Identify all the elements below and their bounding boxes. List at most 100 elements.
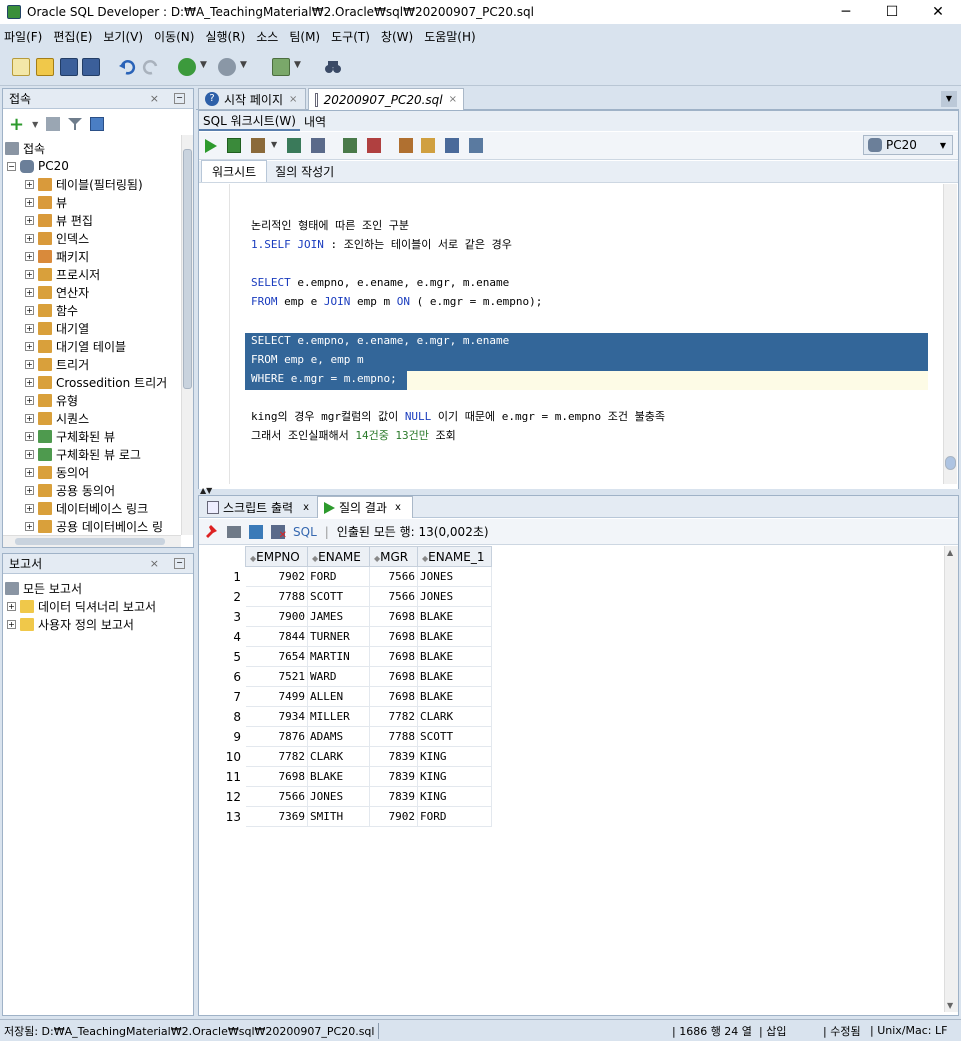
menu-tools[interactable]: 도구(T) (331, 28, 370, 45)
cell-ename-1[interactable]: KING (417, 786, 492, 807)
cell-ename[interactable]: JONES (307, 786, 370, 807)
add-connection-icon[interactable]: + (9, 114, 24, 135)
expand-icon[interactable]: + (25, 503, 34, 513)
tab-script-output[interactable]: 스크립트 출력 x (201, 496, 317, 518)
close-icon[interactable]: × (289, 94, 297, 105)
table-row[interactable]: 7 7499 ALLEN 7698 BLAKE (199, 686, 492, 707)
cell-ename[interactable]: JAMES (307, 606, 370, 627)
scroll-thumb[interactable] (183, 149, 192, 389)
expand-icon[interactable]: + (25, 287, 34, 297)
cell-mgr[interactable]: 7698 (369, 626, 418, 647)
binoculars-icon[interactable] (324, 58, 342, 76)
splitter-arrows-icon[interactable]: ▲▼ (200, 486, 212, 495)
expand-icon[interactable]: + (25, 197, 34, 207)
cell-ename[interactable]: MILLER (307, 706, 370, 727)
save-all-icon[interactable] (82, 58, 100, 76)
print-icon[interactable] (227, 525, 241, 538)
cell-ename[interactable]: TURNER (307, 626, 370, 647)
autotrace-icon[interactable] (251, 138, 265, 153)
cell-empno[interactable]: 7876 (245, 726, 308, 747)
tab-query-builder[interactable]: 질의 작성기 (267, 161, 342, 182)
sql-dropdown-icon[interactable]: ▼ (294, 60, 301, 70)
cell-mgr[interactable]: 7839 (369, 766, 418, 787)
menu-run[interactable]: 실행(R) (205, 28, 245, 45)
pin-icon[interactable] (205, 524, 217, 539)
cancel-fetch-icon[interactable]: ✕ (271, 524, 287, 541)
result-scrollbar[interactable]: ▲ ▼ (944, 546, 958, 1012)
new-file-icon[interactable] (12, 58, 30, 76)
tree-item[interactable]: + 대기열 (25, 319, 89, 337)
expand-icon[interactable]: + (25, 341, 34, 351)
cell-empno[interactable]: 7902 (245, 566, 308, 587)
table-row[interactable]: 12 7566 JONES 7839 KING (199, 786, 492, 807)
cell-ename[interactable]: BLAKE (307, 766, 370, 787)
table-row[interactable]: 9 7876 ADAMS 7788 SCOTT (199, 726, 492, 747)
connections-scrollbar[interactable] (181, 135, 193, 535)
tree-item[interactable]: + Crossedition 트리거 (25, 373, 167, 391)
cell-empno[interactable]: 7844 (245, 626, 308, 647)
tree-item[interactable]: + 함수 (25, 301, 78, 319)
cell-mgr[interactable]: 7839 (369, 746, 418, 767)
cell-ename-1[interactable]: FORD (417, 806, 492, 827)
connections-hscrollbar[interactable] (3, 535, 181, 547)
refresh-icon[interactable] (46, 117, 61, 131)
cell-ename[interactable]: CLARK (307, 746, 370, 767)
run-statement-icon[interactable] (205, 139, 217, 153)
expand-icon[interactable]: + (25, 233, 34, 243)
cell-empno[interactable]: 7654 (245, 646, 308, 667)
redo-icon[interactable] (142, 58, 160, 76)
expand-icon[interactable]: + (25, 413, 34, 423)
close-icon[interactable]: × (150, 557, 159, 570)
expand-icon[interactable]: + (25, 269, 34, 279)
column-header-empno[interactable]: ◆EMPNO (245, 546, 308, 567)
cell-ename-1[interactable]: BLAKE (417, 646, 492, 667)
collapse-icon[interactable]: − (7, 161, 16, 171)
cell-ename-1[interactable]: KING (417, 746, 492, 767)
expand-icon[interactable]: + (25, 215, 34, 225)
expand-icon[interactable]: + (25, 467, 34, 477)
add-dropdown-icon[interactable]: ▼ (32, 120, 38, 129)
close-icon[interactable]: × (449, 94, 457, 105)
forward-dropdown-icon[interactable]: ▼ (240, 60, 247, 70)
table-row[interactable]: 6 7521 WARD 7698 BLAKE (199, 666, 492, 687)
menu-help[interactable]: 도움말(H) (424, 28, 476, 45)
cell-empno[interactable]: 7934 (245, 706, 308, 727)
cell-mgr[interactable]: 7566 (369, 566, 418, 587)
expand-icon[interactable]: + (25, 359, 34, 369)
cell-ename-1[interactable]: BLAKE (417, 666, 492, 687)
tree-item[interactable]: + 뷰 (25, 193, 67, 211)
close-icon[interactable]: x (395, 502, 401, 513)
cell-empno[interactable]: 7566 (245, 786, 308, 807)
table-row[interactable]: 8 7934 MILLER 7782 CLARK (199, 706, 492, 727)
cell-mgr[interactable]: 7839 (369, 786, 418, 807)
table-row[interactable]: 2 7788 SCOTT 7566 JONES (199, 586, 492, 607)
tab-sql-file[interactable]: 20200907_PC20.sql × (308, 88, 464, 110)
tree-item[interactable]: + 뷰 편집 (25, 211, 93, 229)
scroll-thumb[interactable] (945, 456, 956, 470)
table-row[interactable]: 5 7654 MARTIN 7698 BLAKE (199, 646, 492, 667)
cell-mgr[interactable]: 7902 (369, 806, 418, 827)
tree-root-reports[interactable]: 모든 보고서 (5, 579, 82, 597)
back-icon[interactable] (178, 58, 196, 76)
table-row[interactable]: 10 7782 CLARK 7839 KING (199, 746, 492, 767)
tree-item[interactable]: + 시퀀스 (25, 409, 89, 427)
tab-query-result[interactable]: 질의 결과 x (317, 496, 413, 518)
table-row[interactable]: 13 7369 SMITH 7902 FORD (199, 806, 492, 827)
tree-item[interactable]: + 프로시저 (25, 265, 100, 283)
minimize-icon[interactable]: − (174, 93, 185, 104)
tree-item[interactable]: + 공용 동의어 (25, 481, 115, 499)
menu-source[interactable]: 소스 (256, 28, 278, 45)
tab-worksheet[interactable]: 워크시트 (201, 160, 268, 182)
tree-item[interactable]: + 유형 (25, 391, 78, 409)
tab-list-icon[interactable]: ▼ (941, 91, 957, 107)
cell-ename-1[interactable]: KING (417, 766, 492, 787)
result-table[interactable]: ◆EMPNO ◆ENAME ◆MGR ◆ENAME_1 1 7902 FORD 756… (199, 546, 492, 827)
tree-item[interactable]: + 트리거 (25, 355, 89, 373)
column-header-ename[interactable]: ◆ENAME (307, 546, 370, 567)
history-icon[interactable] (445, 138, 459, 153)
cell-mgr[interactable]: 7698 (369, 686, 418, 707)
tab-sql-worksheet[interactable]: SQL 워크시트(W) (199, 112, 300, 131)
refresh-icon[interactable] (249, 524, 263, 539)
clear-icon[interactable] (421, 138, 435, 153)
menu-navigate[interactable]: 이동(N) (154, 28, 194, 45)
